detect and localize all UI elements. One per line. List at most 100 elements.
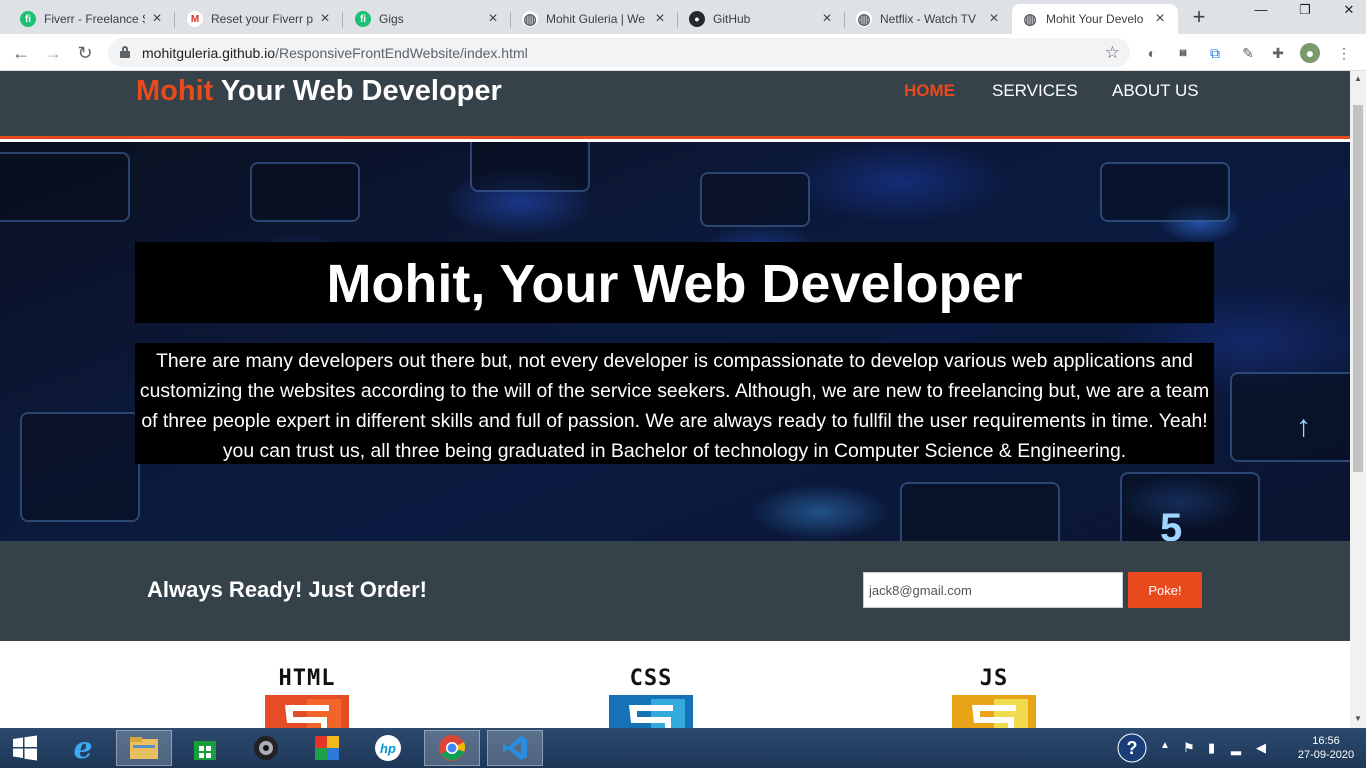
tab-gigs[interactable]: fi Gigs × (345, 4, 511, 34)
color-picker-extension-icon[interactable]: ✎ (1238, 43, 1258, 63)
internet-explorer-icon[interactable]: e (55, 730, 111, 766)
minimize-icon[interactable]: — (1246, 0, 1276, 20)
css-label: CSS (629, 666, 673, 691)
tab-mohit-guleria[interactable]: ◍ Mohit Guleria | We × (512, 4, 678, 34)
hp-support-icon[interactable]: hp (360, 730, 416, 766)
restore-icon[interactable]: ❐ (1290, 0, 1320, 20)
address-bar[interactable]: mohitguleria.github.io/ResponsiveFrontEn… (108, 38, 1130, 67)
nav-services[interactable]: SERVICES (992, 81, 1078, 101)
html-box: HTML (257, 666, 357, 728)
globe-icon: ◍ (522, 11, 538, 28)
page-viewport: Mohit Your Web Developer HOME SERVICES A… (0, 71, 1350, 728)
tab-title: Mohit Your Develo (1046, 12, 1144, 26)
keyboard-key-decoration (1100, 162, 1230, 222)
windows-start-icon[interactable] (0, 730, 50, 766)
file-explorer-icon[interactable] (116, 730, 172, 766)
keyboard-key-decoration (1230, 372, 1350, 462)
tab-title: Fiverr - Freelance S (44, 12, 145, 26)
hero-title: Mohit, Your Web Developer (326, 254, 1023, 314)
clock-time: 16:56 (1312, 735, 1340, 747)
page-scrollbar[interactable]: ▲ ▼ (1350, 71, 1366, 728)
tech-boxes: HTML CSS JS (0, 641, 1350, 728)
subtitles-extension-icon[interactable]: ▤ (1173, 43, 1193, 63)
system-clock[interactable]: 16:56 27-09-2020 (1296, 734, 1356, 762)
close-icon[interactable]: × (1152, 10, 1168, 28)
profile-avatar[interactable]: ● (1300, 43, 1320, 63)
brand-highlight: Mohit (136, 75, 214, 107)
close-icon[interactable]: × (317, 10, 333, 28)
toolbar: ← → ↻ mohitguleria.github.io/ResponsiveF… (0, 34, 1366, 71)
js-shield-icon (952, 695, 1036, 728)
tab-title: GitHub (713, 12, 751, 26)
poke-button[interactable]: Poke! (1128, 572, 1202, 608)
forward-arrow-icon[interactable]: → (42, 42, 64, 64)
keyboard-key-decoration (0, 152, 130, 222)
tab-active-mohit-developer[interactable]: ◍ Mohit Your Develo × (1012, 4, 1178, 34)
nav-home[interactable]: HOME (904, 81, 955, 101)
keyboard-key-decoration (250, 162, 360, 222)
window-close-icon[interactable]: ✕ (1334, 0, 1364, 20)
action-center-icon[interactable]: ⚑ (1183, 740, 1195, 756)
dark-mode-extension-icon[interactable]: ◐ (1142, 43, 1162, 63)
tab-github[interactable]: ● GitHub × (679, 4, 845, 34)
svg-text:hp: hp (380, 741, 396, 756)
tab-fiverr[interactable]: fi Fiverr - Freelance S × (10, 4, 175, 34)
back-arrow-icon[interactable]: ← (10, 42, 32, 64)
lock-icon (120, 46, 130, 58)
webcam-app-icon[interactable] (238, 730, 294, 766)
js-box: JS (944, 666, 1044, 728)
tab-title: Netflix - Watch TV (880, 12, 977, 26)
site-header: Mohit Your Web Developer HOME SERVICES A… (0, 71, 1350, 139)
clock-date: 27-09-2020 (1297, 749, 1355, 761)
close-icon[interactable]: × (652, 10, 668, 28)
hero-text-box: There are many developers out there but,… (135, 343, 1214, 464)
tab-title: Mohit Guleria | We (546, 12, 645, 26)
network-icon[interactable]: ▂ (1231, 740, 1241, 756)
email-input[interactable] (863, 572, 1123, 608)
close-icon[interactable]: × (819, 10, 835, 28)
bookmark-star-icon[interactable]: ☆ (1105, 43, 1120, 63)
scroll-up-arrow-icon[interactable]: ▲ (1353, 75, 1363, 83)
globe-icon: ◍ (856, 11, 872, 28)
fiverr-icon: fi (355, 11, 371, 27)
hero-title-box: Mohit, Your Web Developer (135, 242, 1214, 323)
fiverr-icon: fi (20, 11, 36, 27)
translate-extension-icon[interactable]: ⧉ (1205, 43, 1225, 63)
chrome-icon[interactable] (424, 730, 480, 766)
keyboard-key-decoration (900, 482, 1060, 541)
close-icon[interactable]: × (986, 10, 1002, 28)
key-glyph-decoration: 5 (1160, 506, 1183, 541)
scroll-down-arrow-icon[interactable]: ▼ (1353, 715, 1363, 723)
reload-icon[interactable]: ↻ (74, 42, 96, 64)
vscode-icon[interactable] (487, 730, 543, 766)
tab-title: Reset your Fiverr pa (211, 12, 313, 26)
nav-about-us[interactable]: ABOUT US (1112, 81, 1199, 101)
newsletter-section: Always Ready! Just Order! Poke! (0, 541, 1350, 641)
globe-icon: ◍ (1022, 11, 1038, 28)
battery-icon[interactable]: ▮ (1208, 740, 1215, 756)
close-icon[interactable]: × (485, 10, 501, 28)
css-box: CSS (601, 666, 701, 728)
help-icon[interactable]: ? (1112, 730, 1152, 766)
close-icon[interactable]: × (149, 10, 165, 28)
url-host: mohitguleria.github.io (142, 45, 276, 61)
tab-gmail[interactable]: M Reset your Fiverr pa × (177, 4, 343, 34)
newsletter-title: Always Ready! Just Order! (147, 577, 427, 602)
keyboard-key-decoration (470, 142, 590, 192)
site-brand[interactable]: Mohit Your Web Developer (136, 75, 502, 108)
tray-overflow-icon[interactable]: ▲ (1160, 740, 1170, 751)
new-tab-plus-icon[interactable]: + (1188, 6, 1210, 28)
chrome-menu-icon[interactable]: ⋮ (1334, 43, 1354, 63)
scrollbar-thumb[interactable] (1353, 105, 1363, 472)
volume-icon[interactable]: ◀ (1256, 740, 1266, 756)
hero-description: There are many developers out there but,… (139, 350, 1210, 462)
hero-showcase: ↑ 5 Mohit, Your Web Developer There are … (0, 142, 1350, 541)
extensions-puzzle-icon[interactable]: ✚ (1268, 43, 1288, 63)
url-path: /ResponsiveFrontEndWebsite/index.html (275, 45, 528, 61)
tab-netflix[interactable]: ◍ Netflix - Watch TV × (846, 4, 1012, 34)
paint-app-icon[interactable] (299, 730, 355, 766)
store-icon[interactable] (177, 730, 233, 766)
gmail-icon: M (187, 11, 203, 27)
svg-text:?: ? (1127, 738, 1138, 758)
arrow-up-glyph-decoration: ↑ (1296, 410, 1311, 443)
